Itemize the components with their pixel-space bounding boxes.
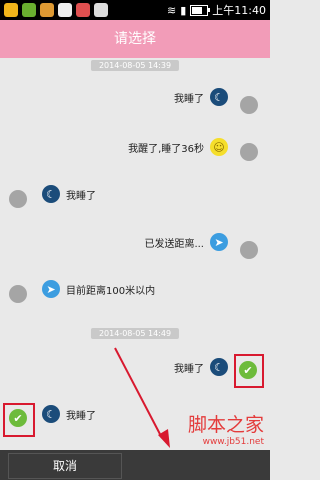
moon-icon: ☾: [210, 88, 228, 106]
watermark: 脚本之家 www.jb51.net: [188, 410, 264, 447]
message-text: 我睡了: [66, 410, 96, 422]
location-arrow-icon: ➤: [210, 233, 228, 251]
message-text: 我睡了: [174, 93, 204, 105]
watermark-url: www.jb51.net: [202, 437, 264, 447]
chat-message: ☾ 我睡了: [42, 405, 96, 423]
select-radio-checked[interactable]: ✔: [9, 409, 27, 427]
notification-icons: [4, 3, 108, 17]
message-text: 我醒了,睡了36秒: [128, 143, 204, 155]
select-radio[interactable]: [240, 241, 258, 259]
checkmark-icon: ✔: [243, 363, 253, 377]
wifi-icon: ≋: [167, 3, 177, 17]
watermark-title: 脚本之家: [187, 414, 264, 436]
notification-app-icon: [22, 3, 36, 17]
sun-icon: ☺: [210, 138, 228, 156]
message-text: 已发送距离...: [144, 238, 204, 250]
notification-download-icon: [94, 3, 108, 17]
chat-message: 已发送距离... ➤: [144, 233, 228, 251]
message-text: 我睡了: [66, 190, 96, 202]
select-radio[interactable]: [240, 143, 258, 161]
status-time: 上午11:40: [212, 4, 266, 17]
battery-icon: [190, 4, 211, 16]
chat-message: 我睡了 ☾: [174, 88, 228, 106]
message-text: 目前距离100米以内: [66, 285, 156, 297]
cancel-button[interactable]: 取消: [8, 453, 122, 479]
notification-app-icon: [76, 3, 90, 17]
chat-message: ☾ 我睡了: [42, 185, 96, 203]
notification-app-icon: [40, 3, 54, 17]
bottom-bar: 取消: [0, 450, 270, 480]
moon-icon: ☾: [42, 405, 60, 423]
moon-icon: ☾: [210, 358, 228, 376]
chat-message: ➤ 目前距离100米以内: [42, 280, 155, 298]
select-radio[interactable]: [9, 285, 27, 303]
select-radio[interactable]: [9, 190, 27, 208]
location-arrow-icon: ➤: [42, 280, 60, 298]
annotation-arrow-icon: [114, 347, 170, 448]
checkmark-icon: ✔: [13, 411, 23, 425]
chat-message: 我醒了,睡了36秒 ☺: [128, 138, 228, 156]
notification-app-icon: [4, 3, 18, 17]
status-bar: ≋ ▮ 上午11:40: [0, 0, 270, 20]
signal-icon: ▮: [180, 3, 187, 17]
timestamp: 2014-08-05 14:39: [90, 60, 180, 71]
notification-image-icon: [58, 3, 72, 17]
timestamp: 2014-08-05 14:49: [90, 328, 180, 339]
chat-message: 我睡了 ☾: [174, 358, 228, 376]
select-radio-checked[interactable]: ✔: [239, 361, 257, 379]
select-radio[interactable]: [240, 96, 258, 114]
page-title: 请选择: [0, 20, 270, 58]
chat-list: 2014-08-05 14:39 我睡了 ☾ 我醒了,睡了36秒 ☺ ☾ 我睡了…: [0, 58, 270, 450]
moon-icon: ☾: [42, 185, 60, 203]
